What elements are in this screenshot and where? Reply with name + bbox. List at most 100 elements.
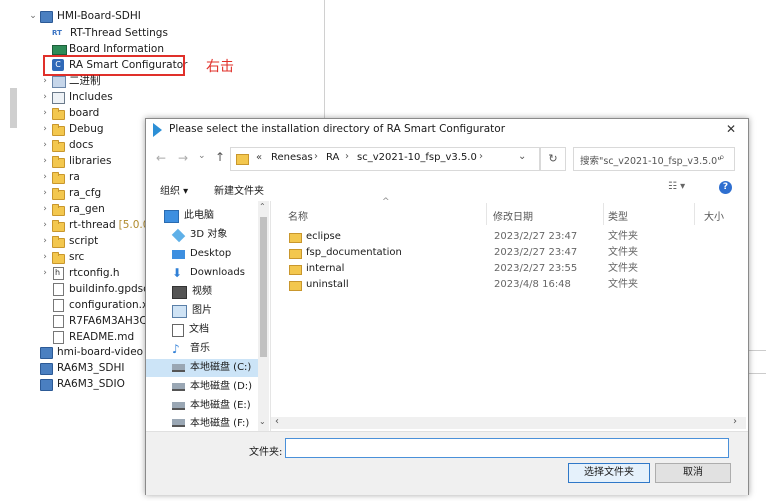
help-icon[interactable]: ?: [719, 181, 732, 194]
nav-item-label: Desktop: [190, 248, 232, 259]
column-divider: [603, 203, 604, 225]
chevron-right-icon[interactable]: ›: [40, 169, 50, 185]
view-options-icon[interactable]: ☷ ▾: [668, 181, 685, 192]
tree-project-ra6m3-sdio[interactable]: RA6M3_SDIO: [28, 376, 125, 392]
column-header-modified[interactable]: 修改日期: [493, 208, 533, 223]
organize-menu[interactable]: 组织 ▾: [160, 182, 188, 197]
tree-item-readme[interactable]: README.md: [40, 329, 134, 345]
select-folder-button[interactable]: 选择文件夹: [568, 463, 650, 483]
new-folder-button[interactable]: 新建文件夹: [214, 182, 264, 197]
list-item[interactable]: eclipse 2023/2/27 23:47 文件夹: [286, 229, 726, 245]
chevron-right-icon[interactable]: ›: [40, 73, 50, 89]
tree-project-ra6m3-sdhi[interactable]: RA6M3_SDHI: [28, 360, 124, 376]
tree-item-rtconfig-h[interactable]: › rtconfig.h: [40, 265, 120, 281]
dialog-title-bar[interactable]: Please select the installation directory…: [146, 119, 748, 141]
scroll-left-icon[interactable]: ‹: [275, 416, 279, 427]
tree-item-script[interactable]: › script: [40, 233, 98, 249]
tree-item-rt-thread[interactable]: › rt-thread [5.0.0]: [40, 217, 154, 233]
chevron-right-icon[interactable]: ›: [40, 105, 50, 121]
nav-item-music[interactable]: ♪ 音乐: [172, 340, 210, 358]
nav-item-drive-d[interactable]: 本地磁盘 (D:): [172, 378, 252, 396]
project-icon: [40, 362, 53, 375]
back-arrow-icon[interactable]: ←: [156, 151, 166, 165]
folder-icon: [52, 171, 65, 184]
nav-item-this-pc[interactable]: 此电脑: [164, 207, 214, 225]
chevron-right-icon[interactable]: ›: [40, 137, 50, 153]
close-icon[interactable]: ✕: [726, 122, 736, 136]
breadcrumb-ra[interactable]: RA: [326, 152, 339, 163]
address-dropdown-icon[interactable]: ⌄: [518, 151, 526, 162]
forward-arrow-icon[interactable]: →: [178, 151, 188, 165]
nav-item-downloads[interactable]: ⬇ Downloads: [172, 264, 245, 282]
breadcrumb-overflow[interactable]: «: [256, 152, 262, 163]
file-date: 2023/2/27 23:55: [494, 263, 578, 274]
tree-item-docs[interactable]: › docs: [40, 137, 93, 153]
column-header-type[interactable]: 类型: [608, 208, 628, 223]
address-bar[interactable]: « Renesas › RA › sc_v2021-10_fsp_v3.5.0 …: [230, 147, 540, 171]
nav-item-drive-e[interactable]: 本地磁盘 (E:): [172, 397, 251, 415]
scroll-down-icon[interactable]: ⌄: [259, 417, 266, 426]
tree-item-debug[interactable]: › Debug: [40, 121, 104, 137]
list-item[interactable]: internal 2023/2/27 23:55 文件夹: [286, 261, 726, 277]
nav-scrollbar-thumb[interactable]: [260, 217, 267, 357]
chevron-down-icon[interactable]: ⌄: [28, 8, 38, 24]
tree-root[interactable]: ⌄ HMI-Board-SDHI: [28, 8, 141, 24]
nav-item-drive-f[interactable]: 本地磁盘 (F:): [172, 415, 249, 429]
search-box[interactable]: 搜索"sc_v2021-10_fsp_v3.5.0" ⌕: [573, 147, 735, 171]
breadcrumb-renesas[interactable]: Renesas: [271, 152, 313, 163]
nav-scrollbar[interactable]: ⌃ ⌄: [258, 201, 269, 431]
history-chevron-icon[interactable]: ⌄: [198, 151, 206, 161]
folder-input[interactable]: [285, 438, 729, 458]
tree-item-label: hmi-board-video: [57, 346, 144, 358]
chevron-right-icon[interactable]: ›: [40, 121, 50, 137]
tree-item-ra-cfg[interactable]: › ra_cfg: [40, 185, 101, 201]
chevron-right-icon[interactable]: ›: [40, 201, 50, 217]
search-input[interactable]: 搜索"sc_v2021-10_fsp_v3.5.0": [580, 153, 722, 167]
chevron-right-icon[interactable]: ›: [40, 249, 50, 265]
chevron-right-icon[interactable]: ›: [40, 217, 50, 233]
nav-item-label: 音乐: [190, 343, 210, 354]
nav-item-documents[interactable]: 文档: [172, 321, 209, 339]
tree-item-r7fa6m3[interactable]: R7FA6M3AH3CFC: [40, 313, 160, 329]
list-item[interactable]: fsp_documentation 2023/2/27 23:47 文件夹: [286, 245, 726, 261]
tree-item-includes[interactable]: › Includes: [40, 89, 113, 105]
explorer-left-scrollbar[interactable]: [10, 88, 17, 128]
breadcrumb-sc-folder[interactable]: sc_v2021-10_fsp_v3.5.0: [357, 152, 477, 163]
rt-thread-icon: RT: [52, 29, 62, 37]
chevron-right-icon[interactable]: ›: [40, 233, 50, 249]
scroll-right-icon[interactable]: ›: [733, 416, 737, 427]
tree-item-buildinfo[interactable]: buildinfo.gpdsc: [40, 281, 149, 297]
chevron-right-icon[interactable]: ›: [40, 89, 50, 105]
tree-item-label: rtconfig.h: [69, 267, 120, 279]
tree-project-hmi-board-video[interactable]: hmi-board-video: [28, 344, 143, 360]
refresh-button[interactable]: ↻: [540, 147, 566, 171]
up-arrow-icon[interactable]: ↑: [215, 150, 225, 164]
tree-item-ra-gen[interactable]: › ra_gen: [40, 201, 105, 217]
breadcrumb-separator: ›: [314, 151, 318, 162]
list-item[interactable]: uninstall 2023/4/8 16:48 文件夹: [286, 277, 726, 293]
file-date: 2023/2/27 23:47: [494, 231, 578, 242]
column-header-name[interactable]: 名称: [288, 208, 308, 223]
tree-item-ra[interactable]: › ra: [40, 169, 80, 185]
horizontal-scrollbar[interactable]: ‹ ›: [271, 416, 746, 429]
nav-item-pictures[interactable]: 图片: [172, 302, 212, 320]
nav-item-videos[interactable]: 视频: [172, 283, 212, 301]
tree-item-configuration-xml[interactable]: configuration.xml: [40, 297, 161, 313]
column-header-size[interactable]: 大小: [704, 208, 724, 223]
tree-item-board[interactable]: › board: [40, 105, 99, 121]
chevron-right-icon[interactable]: ›: [40, 153, 50, 169]
nav-item-label: 此电脑: [184, 210, 214, 221]
chevron-right-icon[interactable]: ›: [40, 265, 50, 281]
nav-item-drive-c[interactable]: 本地磁盘 (C:): [146, 359, 269, 377]
tree-item-label: RT-Thread Settings: [70, 27, 168, 39]
tree-item-rt-thread-settings[interactable]: RT RT-Thread Settings: [40, 25, 168, 41]
tree-item-src[interactable]: › src: [40, 249, 84, 265]
tree-item-binaries[interactable]: › 二进制: [40, 73, 101, 89]
nav-item-desktop[interactable]: Desktop: [172, 245, 231, 263]
scroll-up-icon[interactable]: ⌃: [259, 202, 266, 211]
tree-item-libraries[interactable]: › libraries: [40, 153, 111, 169]
chevron-right-icon[interactable]: ›: [40, 185, 50, 201]
nav-item-3d-objects[interactable]: 3D 对象: [171, 226, 227, 244]
cancel-button[interactable]: 取消: [655, 463, 731, 483]
file-type: 文件夹: [608, 279, 638, 290]
